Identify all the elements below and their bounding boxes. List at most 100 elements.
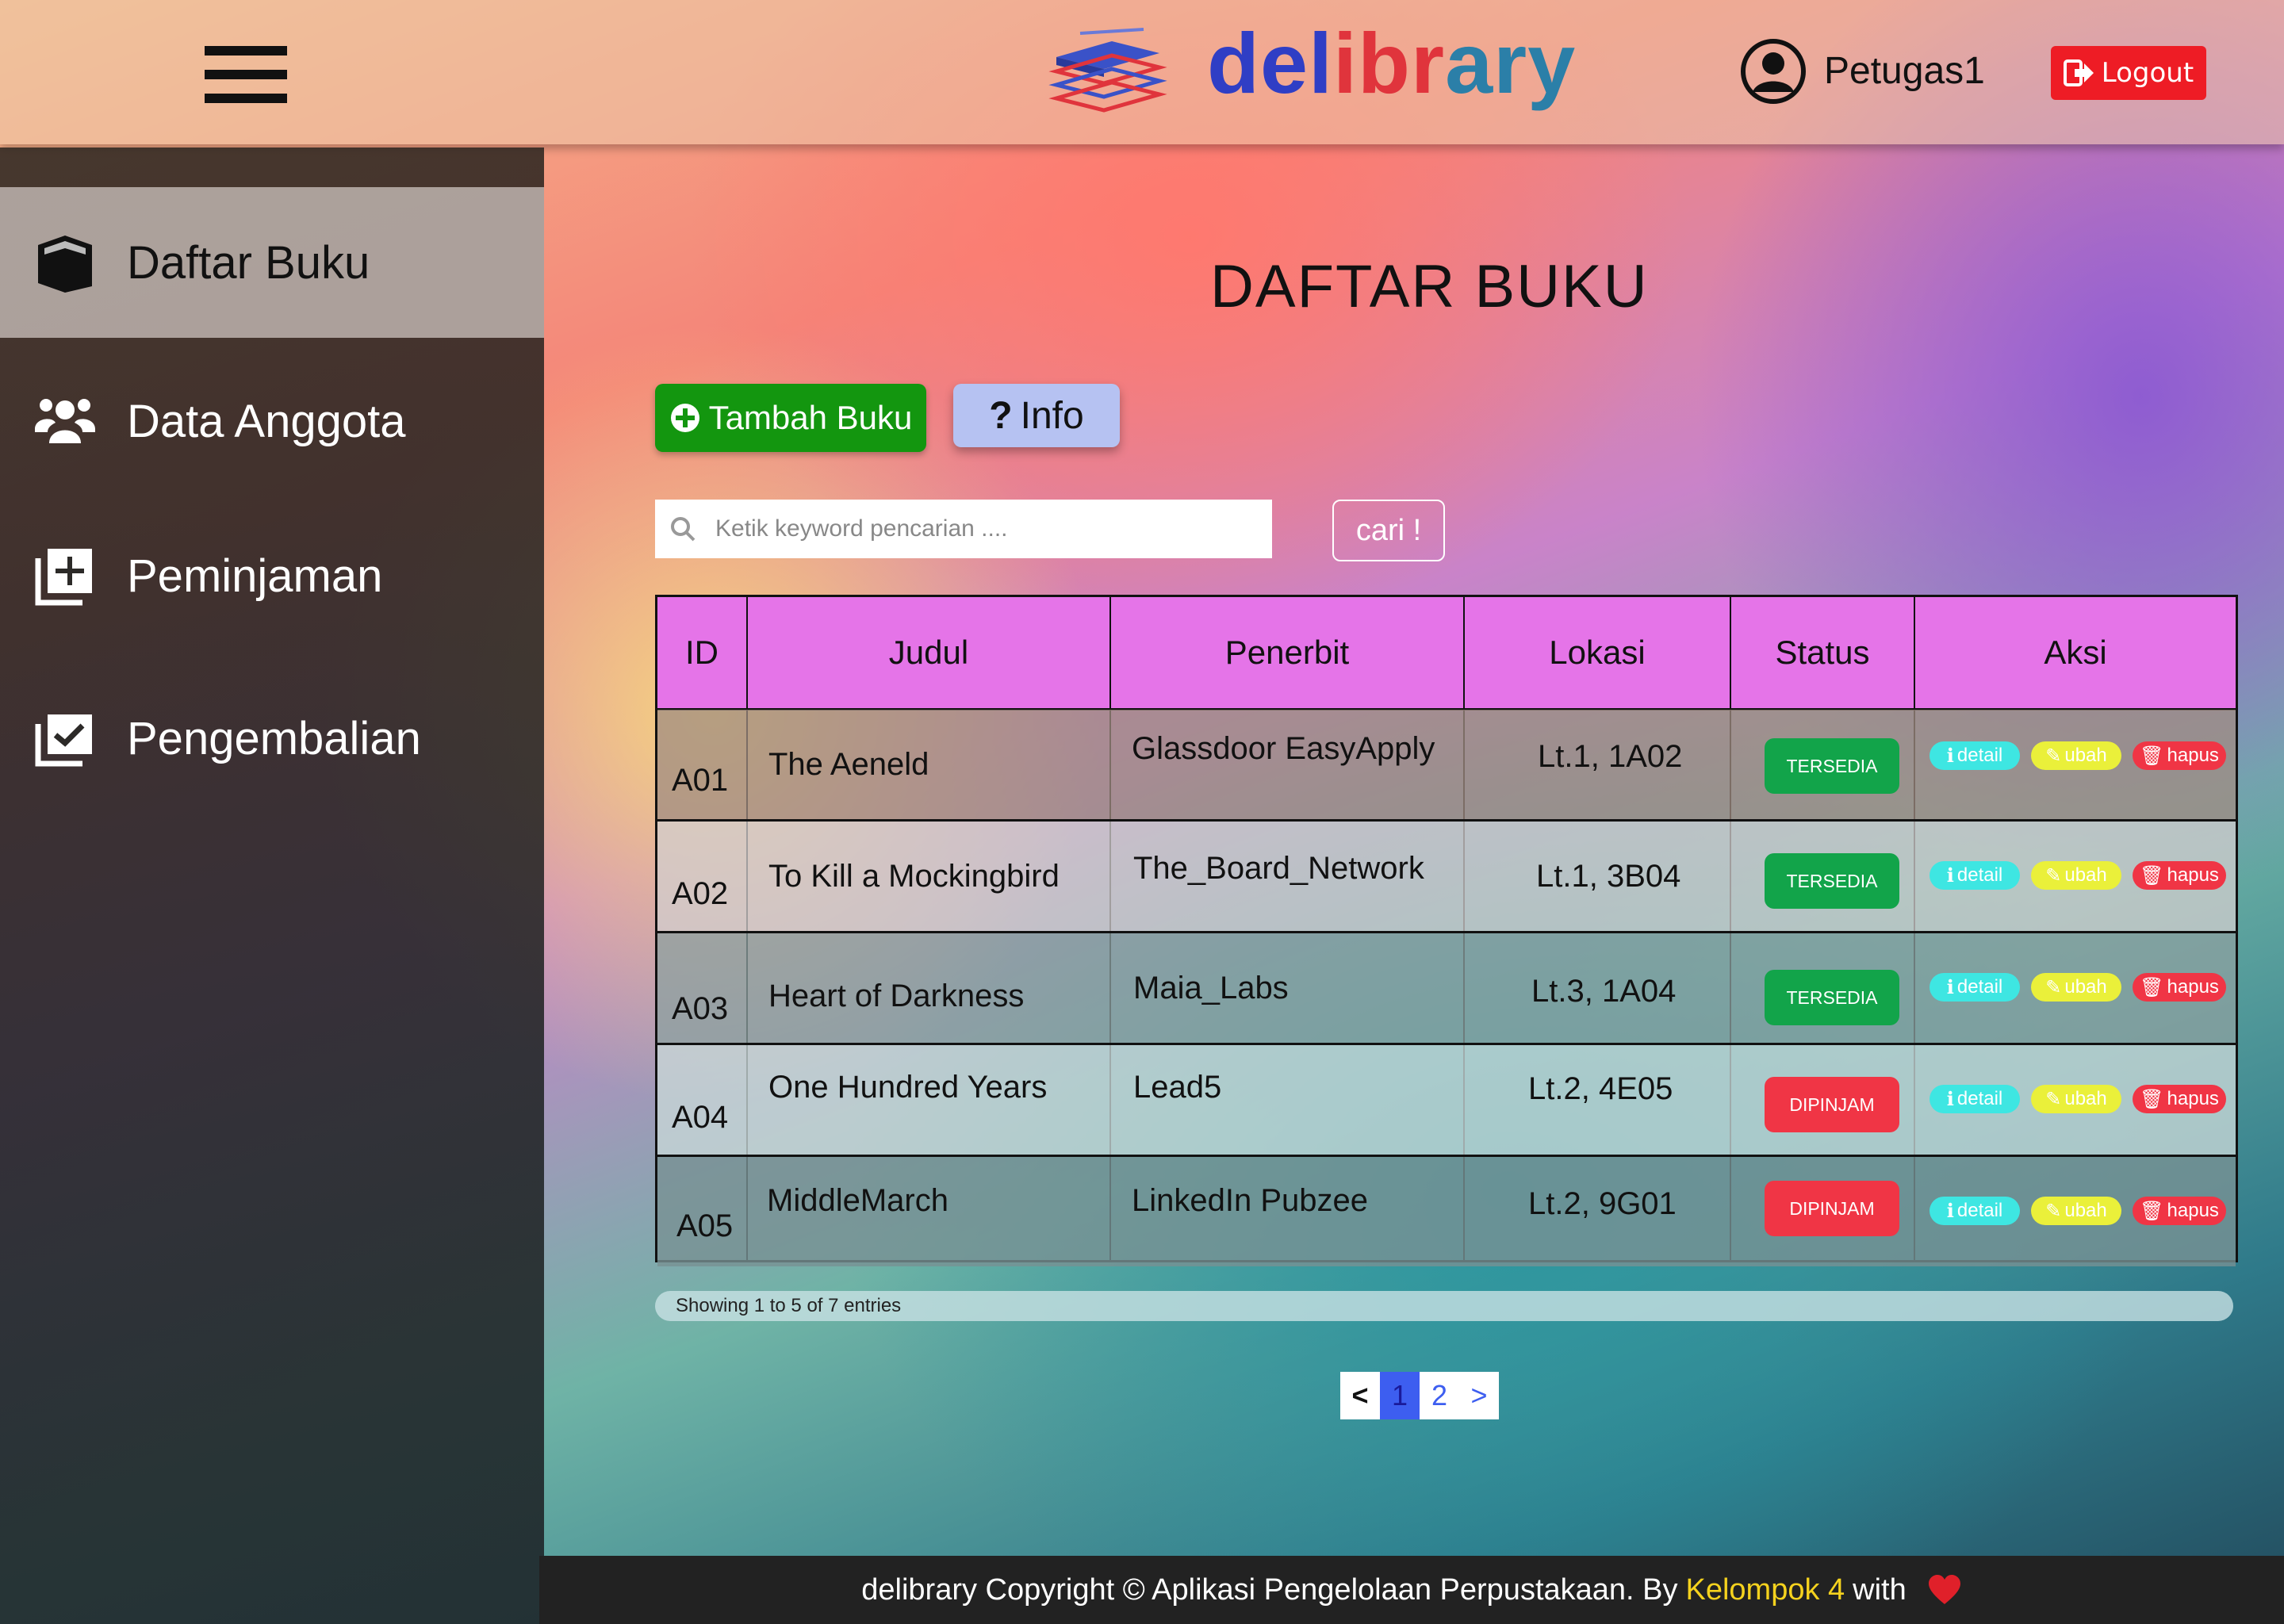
add-library-icon [35,549,92,606]
status-badge: DIPINJAM [1765,1181,1899,1236]
detail-button[interactable]: ℹ detail [1930,861,2020,890]
sidebar-item-label: Pengembalian [127,712,421,764]
search-input[interactable] [714,515,1232,543]
info-icon: ℹ [1946,976,1954,998]
edit-label: ubah [2064,864,2107,886]
edit-button[interactable]: ✎ ubah [2031,741,2121,770]
detail-button[interactable]: ℹ detail [1930,1085,2020,1113]
plus-circle-icon [670,404,699,432]
detail-label: detail [1956,745,2003,766]
footer-with: with [1853,1572,1907,1607]
column-header-judul[interactable]: Judul [748,597,1109,708]
users-icon [35,399,95,443]
cell-judul: To Kill a Mockingbird [768,858,1060,894]
status-badge: TERSEDIA [1765,970,1899,1025]
delete-button[interactable]: 🗑 hapus [2133,1085,2226,1113]
footer-group-name: Kelompok 4 [1685,1572,1845,1607]
page-button-1[interactable]: 1 [1380,1372,1420,1419]
footer-text: delibrary Copyright © Aplikasi Pengelola… [861,1572,1678,1607]
edit-button[interactable]: ✎ ubah [2031,973,2121,1002]
book-icon [38,236,92,293]
column-header-id[interactable]: ID [657,597,746,708]
delete-button[interactable]: 🗑 hapus [2133,1197,2226,1225]
cell-lokasi: Lt.1, 3B04 [1536,858,1681,894]
column-header-lokasi[interactable]: Lokasi [1465,597,1730,708]
prev-page-button[interactable]: < [1340,1372,1380,1419]
cell-id: A01 [672,762,729,798]
detail-button[interactable]: ℹ detail [1930,973,2020,1002]
edit-button[interactable]: ✎ ubah [2031,1197,2121,1225]
page-button-2[interactable]: 2 [1420,1372,1459,1419]
delete-button[interactable]: 🗑 hapus [2133,741,2226,770]
edit-label: ubah [2064,976,2107,998]
table-header: ID Judul Penerbit Lokasi Status Aksi [657,597,2236,710]
info-icon: ℹ [1946,864,1954,887]
trash-icon: 🗑 [2140,1088,2164,1110]
question-icon: ? [989,394,1013,437]
edit-button[interactable]: ✎ ubah [2031,1085,2121,1113]
cell-lokasi: Lt.2, 9G01 [1528,1185,1677,1221]
table-row: A02 To Kill a Mockingbird The_Board_Netw… [657,822,2236,933]
trash-icon: 🗑 [2140,1200,2164,1222]
edit-icon: ✎ [2045,864,2062,887]
sidebar-item-label: Peminjaman [127,550,383,602]
sidebar-item-pengembalian[interactable]: Pengembalian [0,663,544,814]
logout-button[interactable]: Logout [2051,46,2206,100]
column-header-aksi: Aksi [2044,634,2107,671]
delete-label: hapus [2167,1088,2219,1109]
trash-icon: 🗑 [2140,864,2164,887]
edit-button[interactable]: ✎ ubah [2031,861,2121,890]
cell-penerbit: Glassdoor EasyApply [1132,730,1435,766]
cell-judul: The Aeneld [768,746,929,782]
sidebar-item-peminjaman[interactable]: Peminjaman [0,500,544,651]
cell-lokasi: Lt.1, 1A02 [1538,738,1683,774]
delete-button[interactable]: 🗑 hapus [2133,861,2226,890]
sidebar-item-daftar-buku[interactable]: Daftar Buku [0,187,544,338]
trash-icon: 🗑 [2140,976,2164,998]
sidebar-item-label: Data Anggota [127,395,406,447]
detail-button[interactable]: ℹ detail [1930,741,2020,770]
info-button[interactable]: ? Info [953,384,1120,447]
search-box[interactable] [655,500,1272,558]
sidebar: Daftar Buku Data Anggota Peminjaman Peng… [0,147,544,1624]
detail-label: detail [1956,976,2003,998]
status-badge: TERSEDIA [1765,738,1899,794]
detail-button[interactable]: ℹ detail [1930,1197,2020,1225]
search-button[interactable]: cari ! [1332,500,1445,561]
edit-icon: ✎ [2045,976,2062,998]
delete-label: hapus [2167,864,2219,886]
app-logo[interactable]: delibrary [1207,21,1576,106]
column-header-penerbit[interactable]: Penerbit [1111,597,1463,708]
add-book-label: Tambah Buku [708,399,913,436]
menu-icon[interactable] [205,46,287,105]
table-row: A03 Heart of Darkness Maia_Labs Lt.3, 1A… [657,933,2236,1045]
cell-id: A04 [672,1099,729,1135]
sidebar-item-label: Daftar Buku [127,236,370,289]
delete-button[interactable]: 🗑 hapus [2133,973,2226,1002]
column-header-status[interactable]: Status [1731,597,1914,708]
detail-label: detail [1956,1088,2003,1109]
user-icon[interactable] [1740,38,1807,105]
trash-icon: 🗑 [2140,745,2164,767]
status-badge: TERSEDIA [1765,853,1899,909]
cell-id: A02 [672,875,729,911]
edit-label: ubah [2064,1088,2107,1109]
detail-label: detail [1956,864,2003,886]
cell-lokasi: Lt.2, 4E05 [1528,1071,1673,1106]
edit-label: ubah [2064,745,2107,766]
top-bar: delibrary Petugas1 Logout [0,0,2284,144]
sidebar-item-data-anggota[interactable]: Data Anggota [0,346,544,496]
entries-info: Showing 1 to 5 of 7 entries [655,1291,2233,1321]
add-book-button[interactable]: Tambah Buku [655,384,926,452]
cell-penerbit: The_Board_Network [1133,850,1424,886]
library-check-icon [35,714,92,767]
status-badge: DIPINJAM [1765,1077,1899,1132]
logout-label: Logout [2101,57,2194,89]
next-page-button[interactable]: > [1459,1372,1499,1419]
delete-label: hapus [2167,745,2219,766]
info-label: Info [1020,394,1084,437]
cell-judul: MiddleMarch [767,1182,948,1218]
edit-icon: ✎ [2045,745,2062,767]
logo-books-icon [1048,28,1167,113]
heart-icon [1928,1575,1960,1604]
